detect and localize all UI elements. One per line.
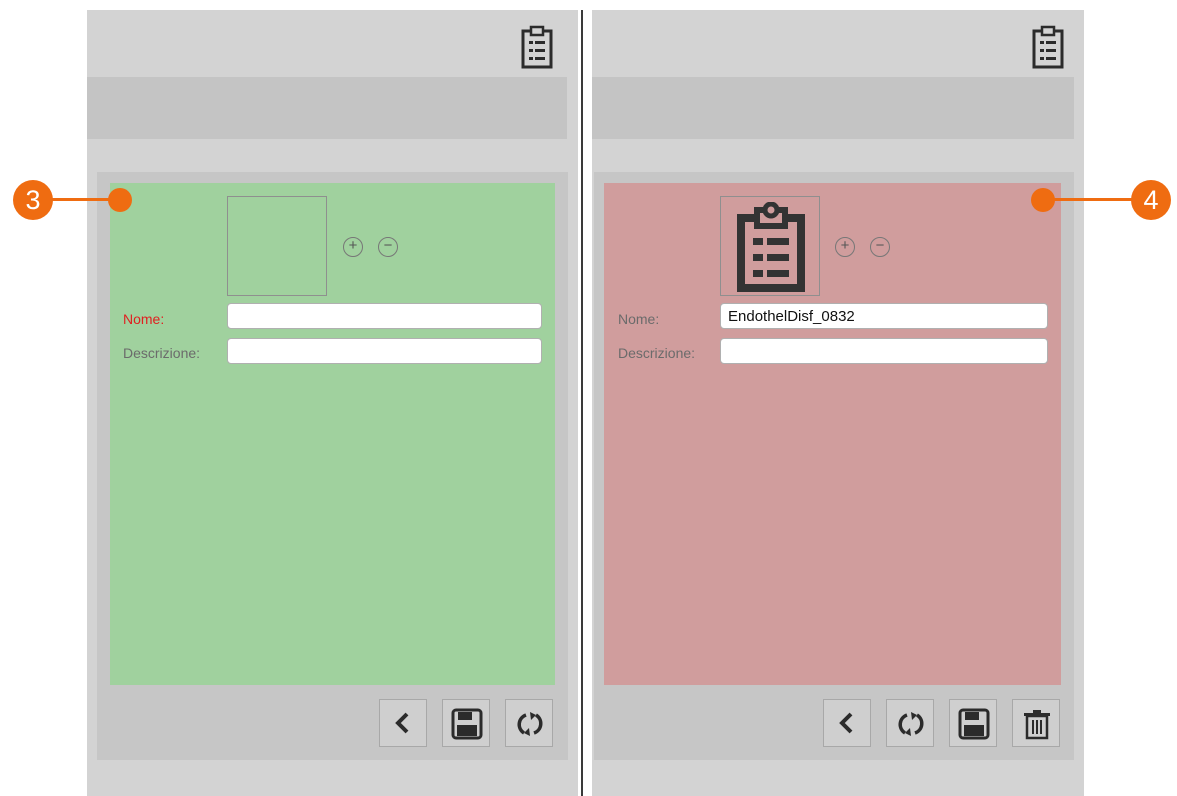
new-item-card: + − Nome: Descrizione:: [110, 183, 555, 685]
refresh-button[interactable]: [505, 699, 553, 747]
name-label: Nome:: [123, 311, 165, 327]
description-input[interactable]: [720, 338, 1048, 364]
toolbar-band: [87, 77, 567, 139]
name-input[interactable]: [227, 303, 542, 329]
description-label: Descrizione:: [618, 345, 696, 361]
back-button[interactable]: [823, 699, 871, 747]
add-image-button[interactable]: +: [343, 237, 363, 257]
callout-4-line: [1042, 198, 1134, 201]
description-label: Descrizione:: [123, 345, 201, 361]
back-icon: [839, 712, 853, 734]
save-button[interactable]: [949, 699, 997, 747]
left-form-panel: + − Nome: Descrizione:: [87, 10, 578, 796]
name-input[interactable]: [720, 303, 1048, 329]
save-button[interactable]: [442, 699, 490, 747]
panel-divider: [581, 10, 583, 796]
delete-button[interactable]: [1012, 699, 1060, 747]
item-image[interactable]: [720, 196, 820, 296]
add-image-button[interactable]: +: [835, 237, 855, 257]
refresh-icon: [898, 712, 924, 736]
refresh-button[interactable]: [886, 699, 934, 747]
edit-item-card: + − Nome: Descrizione:: [604, 183, 1061, 685]
callout-4: 4: [1131, 180, 1171, 220]
clipboard-list-icon[interactable]: [520, 22, 554, 70]
callout-4-dot: [1031, 188, 1055, 212]
remove-image-button[interactable]: −: [870, 237, 890, 257]
clipboard-list-icon[interactable]: [1031, 22, 1065, 70]
save-icon: [451, 708, 483, 740]
content-area: + − Nome: Descrizione:: [97, 172, 568, 760]
back-icon: [395, 712, 409, 734]
save-icon: [958, 708, 990, 740]
right-form-panel: + − Nome: Descrizione:: [592, 10, 1084, 796]
callout-3-dot: [108, 188, 132, 212]
image-placeholder[interactable]: [227, 196, 327, 296]
content-area: + − Nome: Descrizione:: [594, 172, 1074, 760]
trash-icon: [1024, 710, 1050, 740]
description-input[interactable]: [227, 338, 542, 364]
refresh-icon: [517, 712, 543, 736]
remove-image-button[interactable]: −: [378, 237, 398, 257]
back-button[interactable]: [379, 699, 427, 747]
toolbar-band: [592, 77, 1074, 139]
callout-3: 3: [13, 180, 53, 220]
clipboard-list-icon: [737, 202, 805, 292]
name-label: Nome:: [618, 311, 660, 327]
